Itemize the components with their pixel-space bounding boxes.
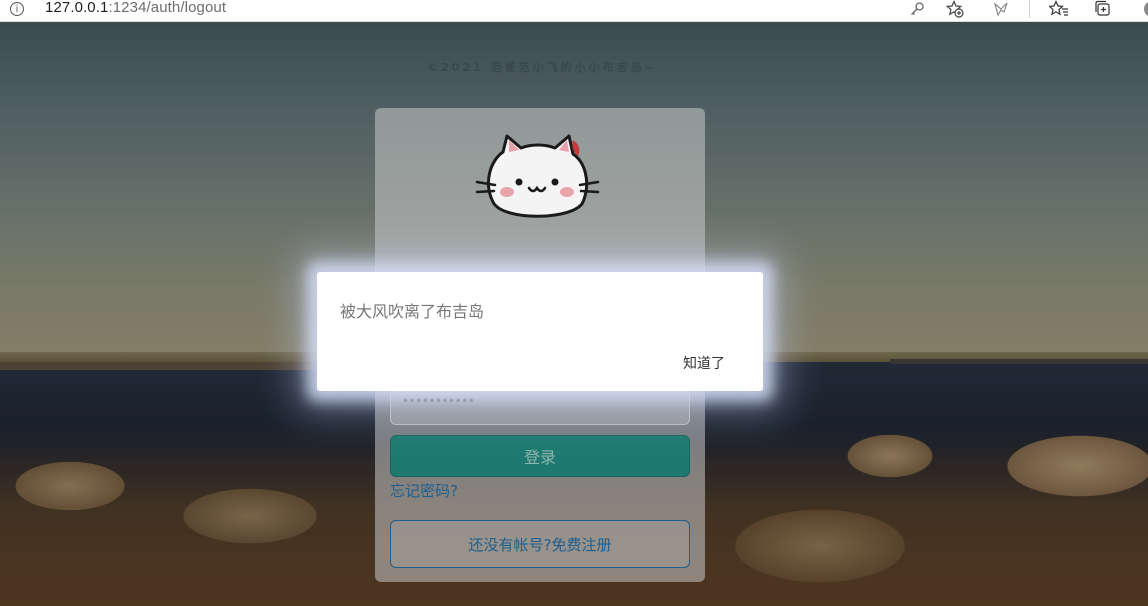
profile-icon[interactable]	[1136, 0, 1148, 19]
collections-icon[interactable]	[1092, 0, 1114, 19]
favorite-add-icon[interactable]	[944, 0, 966, 19]
alert-dialog: 被大风吹离了布吉岛 知道了	[317, 272, 763, 391]
info-icon[interactable]: i	[10, 2, 24, 16]
copyright-text: ©2021 范哥范小飞的小小布吉岛~	[427, 61, 657, 74]
dialog-message: 被大风吹离了布吉岛	[340, 302, 485, 321]
favorites-icon[interactable]	[1048, 0, 1070, 19]
forgot-password-link[interactable]: 忘记密码?	[390, 480, 458, 501]
toolbar-separator	[1029, 0, 1030, 18]
key-icon[interactable]	[906, 0, 928, 19]
url-host: 127.0.0.1	[45, 0, 109, 16]
login-button[interactable]: 登录	[390, 435, 690, 477]
browser-toolbar: i 127.0.0.1:1234/auth/logout	[0, 0, 1148, 22]
dialog-ok-button[interactable]: 知道了	[683, 353, 725, 373]
address-bar[interactable]: 127.0.0.1:1234/auth/logout	[45, 0, 226, 16]
url-path: :1234/auth/logout	[108, 0, 227, 16]
register-button[interactable]: 还没有帐号?免费注册	[390, 520, 690, 568]
cat-logo	[475, 134, 600, 218]
extension-icon[interactable]	[990, 0, 1012, 19]
